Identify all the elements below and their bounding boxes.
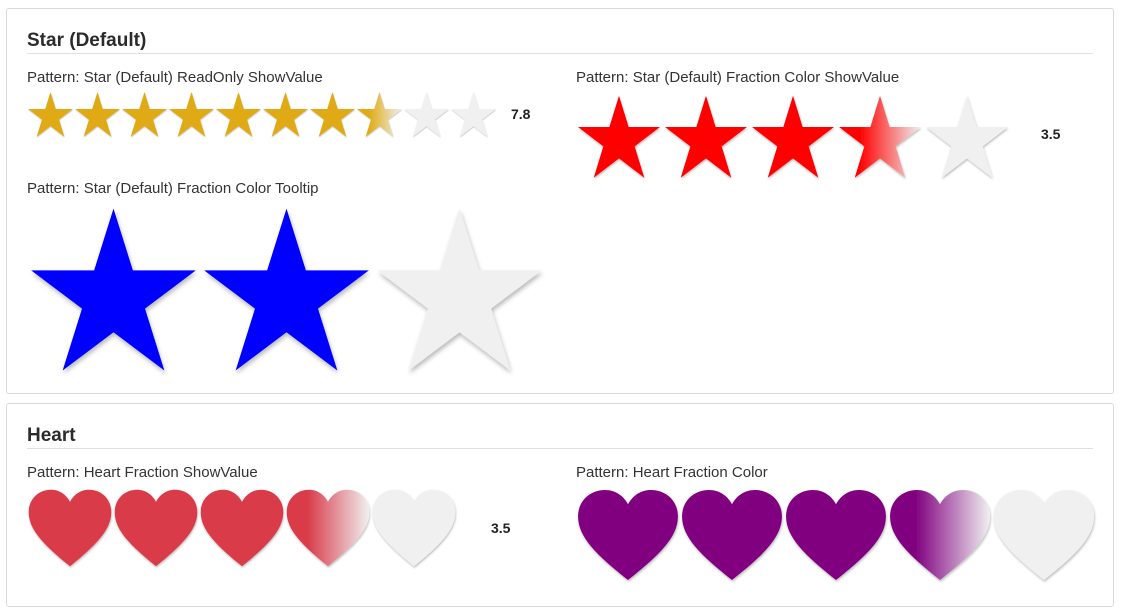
section-title: Star (Default) xyxy=(27,30,147,51)
heart-icon[interactable] xyxy=(578,490,678,580)
star-icon[interactable] xyxy=(665,95,747,178)
star-rating-tooltip[interactable] xyxy=(27,205,546,375)
rating-block-heart-fraction: Pattern: Heart Fraction ShowValue 3.5 xyxy=(27,464,547,574)
star-icon[interactable] xyxy=(839,95,921,178)
heart-icon[interactable] xyxy=(28,489,112,567)
pattern-label: Pattern: Star (Default) Fraction Color S… xyxy=(576,69,900,86)
star-rating-fraction-color[interactable] xyxy=(576,94,1010,180)
heart-icon[interactable] xyxy=(786,490,886,580)
section-divider xyxy=(27,448,1093,449)
star-icon xyxy=(263,91,308,137)
pattern-label: Pattern: Heart Fraction Color xyxy=(576,464,768,481)
heart-icon[interactable] xyxy=(372,489,456,567)
heart-rating-fraction[interactable] xyxy=(27,488,457,568)
rating-block-star-readonly: Pattern: Star (Default) ReadOnly ShowVal… xyxy=(27,69,547,149)
rating-block-star-fraction-color: Pattern: Star (Default) Fraction Color S… xyxy=(576,69,1096,179)
star-icon[interactable] xyxy=(752,95,834,178)
star-rating-readonly xyxy=(27,91,497,138)
rating-value: 7.8 xyxy=(511,106,531,122)
star-icon xyxy=(357,91,402,137)
star-icon xyxy=(310,91,355,137)
star-icon[interactable] xyxy=(204,208,369,371)
star-icon[interactable] xyxy=(377,208,542,371)
rating-block-heart-fraction-color: Pattern: Heart Fraction Color xyxy=(576,464,1106,589)
star-icon xyxy=(75,91,120,137)
rating-value: 3.5 xyxy=(491,520,511,536)
section-divider xyxy=(27,53,1093,54)
star-icon xyxy=(451,91,496,137)
star-icon[interactable] xyxy=(578,95,660,178)
heart-section-panel: Heart Pattern: Heart Fraction ShowValue … xyxy=(6,403,1114,607)
rating-block-star-tooltip: Pattern: Star (Default) Fraction Color T… xyxy=(27,180,567,380)
pattern-label: Pattern: Heart Fraction ShowValue xyxy=(27,464,258,481)
heart-icon[interactable] xyxy=(682,490,782,580)
heart-icon[interactable] xyxy=(994,490,1094,580)
pattern-label: Pattern: Star (Default) ReadOnly ShowVal… xyxy=(27,69,323,86)
star-icon xyxy=(122,91,167,137)
heart-icon[interactable] xyxy=(286,489,370,567)
star-icon xyxy=(404,91,449,137)
section-title: Heart xyxy=(27,425,76,446)
star-icon xyxy=(169,91,214,137)
heart-icon[interactable] xyxy=(890,490,990,580)
star-icon xyxy=(216,91,261,137)
star-icon xyxy=(28,91,73,137)
heart-icon[interactable] xyxy=(114,489,198,567)
pattern-label: Pattern: Star (Default) Fraction Color T… xyxy=(27,180,319,197)
star-icon[interactable] xyxy=(31,208,196,371)
rating-value: 3.5 xyxy=(1041,126,1061,142)
heart-rating-fraction-color[interactable] xyxy=(576,488,1096,582)
star-section-panel: Star (Default) Pattern: Star (Default) R… xyxy=(6,8,1114,394)
star-icon[interactable] xyxy=(926,95,1008,178)
heart-icon[interactable] xyxy=(200,489,284,567)
